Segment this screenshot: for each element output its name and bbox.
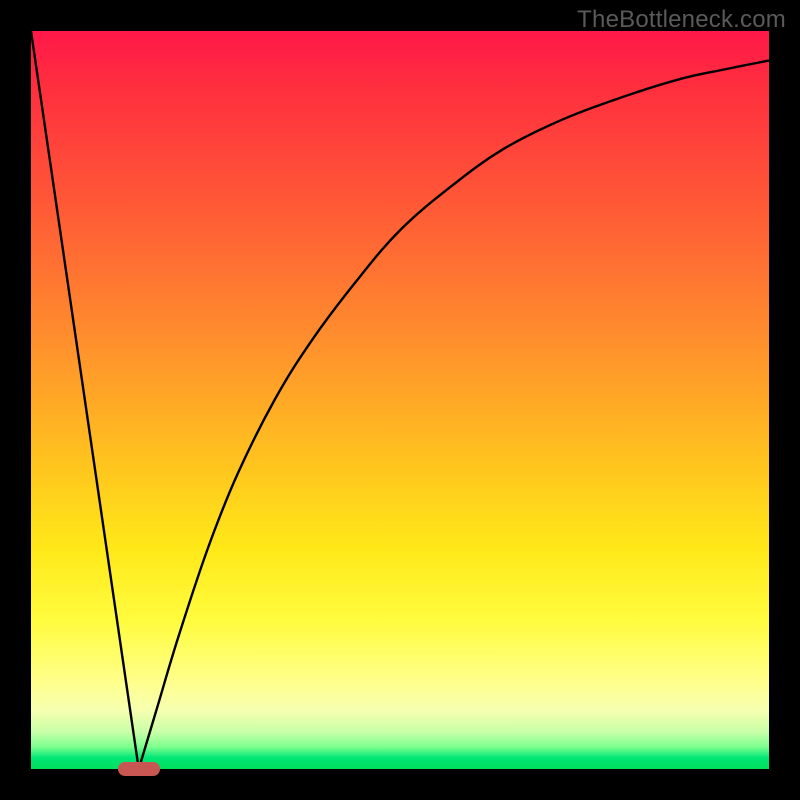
watermark-text: TheBottleneck.com [577, 6, 786, 34]
curve-left-branch [31, 31, 139, 769]
bottleneck-curve [31, 31, 769, 769]
minimum-marker [118, 762, 160, 776]
plot-area [31, 31, 769, 769]
chart-frame: TheBottleneck.com [0, 0, 800, 800]
curve-right-branch [139, 61, 769, 769]
